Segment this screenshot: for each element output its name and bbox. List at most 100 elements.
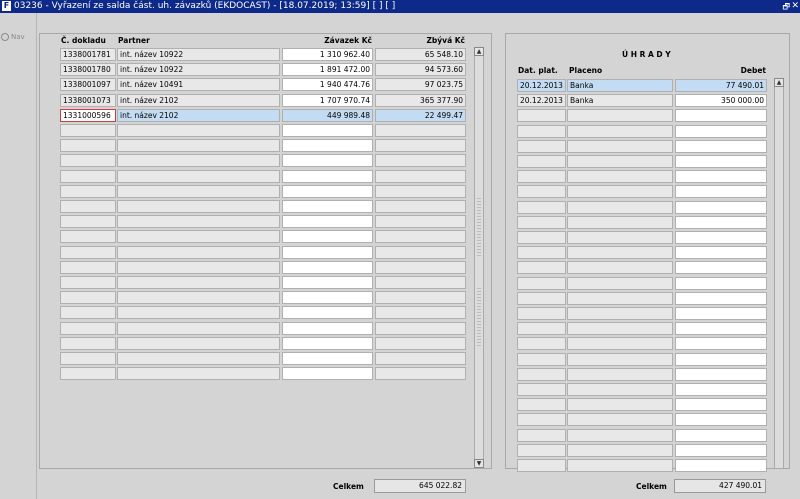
right-cell-date[interactable] [517,413,566,427]
right-cell-date[interactable] [517,367,566,381]
scroll-up-icon[interactable]: ▲ [774,78,784,87]
right-cell-paid[interactable] [567,307,673,320]
nav-button[interactable]: Nav [1,33,25,41]
right-cell-debit[interactable] [675,231,767,244]
right-cell-debit[interactable] [675,413,767,427]
left-cell-partner[interactable] [117,306,280,320]
left-cell-doc[interactable] [60,352,116,365]
right-cell-debit[interactable] [675,337,767,351]
left-cell-partner[interactable] [117,124,280,137]
left-cell-remaining[interactable] [375,276,466,289]
right-cell-paid[interactable] [567,383,673,396]
right-cell-debit[interactable] [675,398,767,412]
left-cell-partner[interactable]: int. název 2102 [117,93,280,107]
right-cell-debit[interactable] [675,139,767,153]
left-cell-remaining[interactable] [375,169,466,183]
left-cell-doc[interactable] [60,169,116,183]
left-cell-amount[interactable] [282,352,373,365]
right-cell-debit[interactable]: 350 000.00 [675,94,767,108]
left-cell-remaining[interactable] [375,215,466,229]
right-cell-debit[interactable] [675,155,767,168]
right-cell-date[interactable] [517,459,566,472]
left-cell-remaining[interactable] [375,245,466,259]
right-cell-paid[interactable] [567,398,673,412]
left-cell-amount[interactable] [282,336,373,350]
right-cell-date[interactable] [517,276,566,290]
right-cell-paid[interactable] [567,170,673,184]
right-cell-paid[interactable] [567,443,673,457]
left-cell-remaining[interactable]: 94 573.60 [375,63,466,77]
left-cell-amount[interactable] [282,139,373,153]
right-cell-paid[interactable] [567,337,673,351]
left-cell-doc[interactable]: 1338001780 [60,63,116,77]
left-cell-doc[interactable] [60,306,116,320]
left-cell-remaining[interactable] [375,352,466,365]
right-cell-date[interactable]: 20.12.2013 [517,94,566,108]
right-cell-paid[interactable] [567,155,673,168]
right-cell-date[interactable] [517,337,566,351]
left-cell-doc[interactable] [60,124,116,137]
left-cell-partner[interactable] [117,200,280,213]
right-cell-paid[interactable] [567,291,673,305]
right-cell-paid[interactable] [567,261,673,275]
right-cell-date[interactable] [517,109,566,123]
left-cell-doc[interactable] [60,245,116,259]
right-cell-debit[interactable] [675,170,767,184]
left-cell-doc[interactable]: 1338001073 [60,93,116,107]
right-cell-paid[interactable] [567,276,673,290]
left-cell-doc[interactable] [60,184,116,198]
left-cell-amount[interactable] [282,367,373,381]
left-cell-remaining[interactable] [375,291,466,305]
left-cell-doc[interactable] [60,367,116,381]
left-cell-partner[interactable] [117,154,280,168]
right-cell-date[interactable] [517,231,566,244]
left-cell-remaining[interactable] [375,139,466,153]
right-cell-debit[interactable] [675,291,767,305]
left-cell-remaining[interactable] [375,230,466,244]
left-cell-remaining[interactable] [375,306,466,320]
right-cell-debit[interactable] [675,124,767,138]
right-cell-debit[interactable] [675,109,767,123]
scroll-up-icon[interactable]: ▲ [474,47,484,56]
left-cell-doc[interactable] [60,291,116,305]
right-cell-debit[interactable] [675,246,767,260]
left-cell-partner[interactable] [117,260,280,274]
right-cell-date[interactable] [517,383,566,396]
left-cell-remaining[interactable] [375,260,466,274]
left-cell-partner[interactable] [117,291,280,305]
left-cell-amount[interactable]: 1 310 962.40 [282,48,373,61]
left-cell-remaining[interactable] [375,367,466,381]
left-cell-remaining[interactable]: 97 023.75 [375,78,466,92]
left-cell-doc[interactable] [60,260,116,274]
right-cell-paid[interactable] [567,109,673,123]
left-cell-amount[interactable] [282,169,373,183]
left-cell-remaining[interactable]: 365 377.90 [375,93,466,107]
left-cell-partner[interactable]: int. název 2102 [117,108,280,122]
right-cell-paid[interactable] [567,231,673,244]
right-cell-date[interactable] [517,322,566,336]
left-cell-amount[interactable] [282,215,373,229]
left-cell-amount[interactable]: 1 940 474.76 [282,78,373,92]
right-cell-date[interactable] [517,139,566,153]
right-scrollbar[interactable] [774,78,784,469]
left-cell-amount[interactable] [282,245,373,259]
scroll-down-icon[interactable]: ▼ [474,459,484,468]
left-cell-amount[interactable]: 1 707 970.74 [282,93,373,107]
left-cell-doc[interactable] [60,139,116,153]
left-cell-amount[interactable] [282,291,373,305]
left-cell-doc[interactable]: 1331000596 [60,108,116,122]
right-cell-debit[interactable]: 77 490.01 [675,79,767,92]
right-cell-paid[interactable] [567,215,673,229]
right-cell-date[interactable] [517,307,566,320]
left-cell-doc[interactable] [60,200,116,213]
left-cell-partner[interactable] [117,184,280,198]
right-cell-paid[interactable] [567,185,673,199]
right-cell-date[interactable] [517,170,566,184]
right-cell-debit[interactable] [675,428,767,442]
left-cell-doc[interactable] [60,336,116,350]
left-cell-amount[interactable] [282,184,373,198]
left-cell-doc[interactable] [60,154,116,168]
left-cell-amount[interactable] [282,124,373,137]
left-cell-partner[interactable] [117,215,280,229]
left-cell-partner[interactable] [117,276,280,289]
